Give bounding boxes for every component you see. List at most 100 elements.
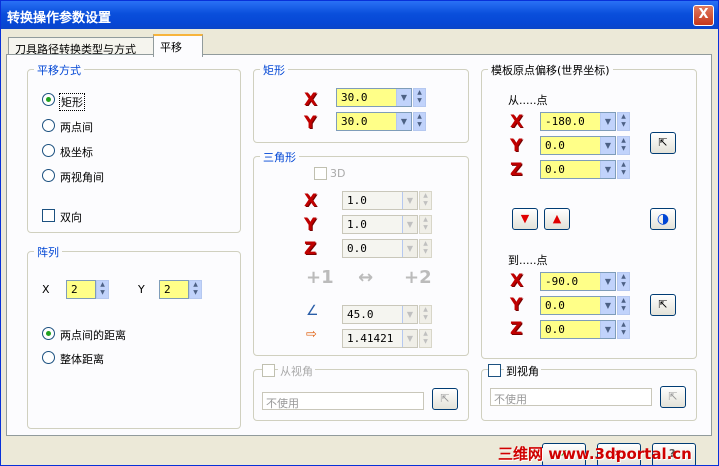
- close-button[interactable]: X: [693, 5, 714, 26]
- from-view-label: 从视角: [278, 363, 315, 379]
- tri-z-input[interactable]: 0.0 ▼: [342, 239, 418, 258]
- to-view-label: 到视角: [504, 363, 541, 379]
- watermark-text: 三维网 www.3dportal.cn: [498, 445, 692, 463]
- radio-total-dist[interactable]: [42, 351, 55, 364]
- tri-angle-spinner[interactable]: ▲ ▼: [419, 305, 432, 324]
- chevron-down-icon[interactable]: ▼: [600, 297, 615, 314]
- pointer-icon: ⇱: [440, 392, 450, 405]
- pointer-icon: ⇱: [658, 136, 668, 149]
- rect-y-spinner[interactable]: ▲ ▼: [413, 112, 426, 131]
- from-view-group: 从视角 不使用 ⇱: [253, 363, 469, 421]
- triangle-up-icon: ▲: [552, 212, 562, 225]
- from-x-spinner[interactable]: ▲ ▼: [617, 112, 630, 131]
- chevron-down-icon[interactable]: ▼: [396, 89, 411, 106]
- check-3d-label: 3D: [330, 167, 346, 180]
- tri-x-spinner[interactable]: ▲ ▼: [419, 191, 432, 210]
- array-title: 阵列: [34, 244, 62, 260]
- from-pick-button[interactable]: ⇱: [650, 132, 676, 154]
- array-x-spinner[interactable]: ▲ ▼: [96, 280, 109, 299]
- tri-y-spinner[interactable]: ▲ ▼: [419, 215, 432, 234]
- radio-total-dist-label: 整体距离: [60, 353, 104, 366]
- to-view-field[interactable]: 不使用: [490, 388, 652, 406]
- from-view-field[interactable]: 不使用: [262, 392, 424, 410]
- array-y-label: Y: [138, 283, 145, 296]
- radio-polar-label: 极坐标: [60, 146, 93, 159]
- radio-rect[interactable]: [42, 93, 55, 106]
- angle-icon: ∠: [306, 303, 319, 319]
- to-z-input[interactable]: 0.0 ▼: [540, 320, 616, 339]
- from-y-label: Y: [510, 136, 523, 156]
- title-bar: 转换操作参数设置 X: [1, 1, 718, 29]
- to-y-spinner[interactable]: ▲ ▼: [617, 296, 630, 315]
- to-pick-button[interactable]: ⇱: [650, 294, 676, 316]
- tab-panel: 平移方式 矩形 两点间 极坐标 两视角间 双向 阵列 X 2 ▲ ▼ Y 2 ▲ ▼…: [6, 54, 712, 436]
- radio-two-points[interactable]: [42, 119, 55, 132]
- from-y-spinner[interactable]: ▲ ▼: [617, 136, 630, 155]
- from-z-input[interactable]: 0.0 ▼: [540, 160, 616, 179]
- tri-z-label: Z: [304, 239, 317, 259]
- tri-y-input[interactable]: 1.0 ▼: [342, 215, 418, 234]
- rect-x-input[interactable]: 30.0 ▼: [336, 88, 412, 107]
- plus-two-button[interactable]: +2: [404, 267, 432, 288]
- origin-offset-group: 模板原点偏移(世界坐标) 从.....点 X -180.0 ▼ ▲ ▼ Y 0.0 ▼…: [481, 62, 697, 359]
- to-x-spinner[interactable]: ▲ ▼: [617, 272, 630, 291]
- chevron-down-icon[interactable]: ▼: [402, 306, 417, 323]
- array-x-input[interactable]: 2: [66, 280, 96, 299]
- tri-angle-input[interactable]: 45.0 ▼: [342, 305, 418, 324]
- rect-x-spinner[interactable]: ▲ ▼: [413, 88, 426, 107]
- array-y-spinner[interactable]: ▲ ▼: [189, 280, 202, 299]
- to-view-group: 到视角 不使用 ⇱: [481, 363, 697, 421]
- from-x-input[interactable]: -180.0 ▼: [540, 112, 616, 131]
- to-x-label: X: [510, 271, 524, 291]
- array-y-input[interactable]: 2: [159, 280, 189, 299]
- distance-icon: ⇨: [306, 327, 317, 342]
- tri-dist-input[interactable]: 1.41421 ▼: [342, 329, 418, 348]
- window-title: 转换操作参数设置: [7, 11, 112, 26]
- rect-y-input[interactable]: 30.0 ▼: [336, 112, 412, 131]
- origin-reset-button[interactable]: ◑: [650, 208, 676, 230]
- move-up-button[interactable]: ▲: [544, 208, 570, 230]
- from-z-spinner[interactable]: ▲ ▼: [617, 160, 630, 179]
- triangle-title: 三角形: [260, 149, 299, 165]
- from-view-checkbox[interactable]: [262, 364, 275, 377]
- radio-polar[interactable]: [42, 144, 55, 157]
- check-3d[interactable]: [314, 167, 327, 180]
- to-y-input[interactable]: 0.0 ▼: [540, 296, 616, 315]
- plus-one-button[interactable]: +1: [306, 267, 334, 288]
- radio-dist-between-label: 两点间的距离: [60, 329, 126, 342]
- target-icon: ◑: [656, 211, 670, 227]
- to-point-label: 到.....点: [508, 254, 548, 267]
- chevron-down-icon[interactable]: ▼: [600, 137, 615, 154]
- chevron-down-icon[interactable]: ▼: [396, 113, 411, 130]
- tri-z-spinner[interactable]: ▲ ▼: [419, 239, 432, 258]
- to-view-checkbox[interactable]: [488, 364, 501, 377]
- move-down-button[interactable]: ▼: [512, 208, 538, 230]
- tri-x-label: X: [304, 191, 318, 211]
- to-x-input[interactable]: -90.0 ▼: [540, 272, 616, 291]
- bidirectional-checkbox[interactable]: [42, 209, 55, 222]
- chevron-down-icon[interactable]: ▼: [600, 113, 615, 130]
- chevron-down-icon[interactable]: ▼: [402, 240, 417, 257]
- chevron-down-icon[interactable]: ▼: [402, 330, 417, 347]
- to-view-pick-button[interactable]: ⇱: [660, 386, 686, 408]
- to-z-spinner[interactable]: ▲ ▼: [617, 320, 630, 339]
- chevron-down-icon[interactable]: ▼: [600, 273, 615, 290]
- to-z-label: Z: [510, 319, 523, 339]
- from-view-pick-button[interactable]: ⇱: [432, 388, 458, 410]
- swap-button[interactable]: ↔: [358, 267, 373, 288]
- tri-x-input[interactable]: 1.0 ▼: [342, 191, 418, 210]
- radio-dist-between[interactable]: [42, 327, 55, 340]
- chevron-down-icon[interactable]: ▼: [402, 216, 417, 233]
- triangle-down-icon: ▼: [520, 212, 530, 225]
- tab-translate[interactable]: 平移: [153, 34, 203, 57]
- array-group: 阵列 X 2 ▲ ▼ Y 2 ▲ ▼ 两点间的距离 整体距离: [27, 244, 241, 429]
- triangle-group: 三角形 3D X 1.0 ▼ ▲ ▼ Y 1.0 ▼ ▲ ▼ Z 0.0 ▼ ▲ ▼ +1 …: [253, 149, 469, 356]
- from-y-input[interactable]: 0.0 ▼: [540, 136, 616, 155]
- chevron-down-icon[interactable]: ▼: [402, 192, 417, 209]
- chevron-down-icon[interactable]: ▼: [600, 161, 615, 178]
- radio-two-views-label: 两视角间: [60, 171, 104, 184]
- chevron-down-icon[interactable]: ▼: [600, 321, 615, 338]
- radio-two-views[interactable]: [42, 169, 55, 182]
- tri-dist-spinner[interactable]: ▲ ▼: [419, 329, 432, 348]
- pointer-icon: ⇱: [658, 298, 668, 311]
